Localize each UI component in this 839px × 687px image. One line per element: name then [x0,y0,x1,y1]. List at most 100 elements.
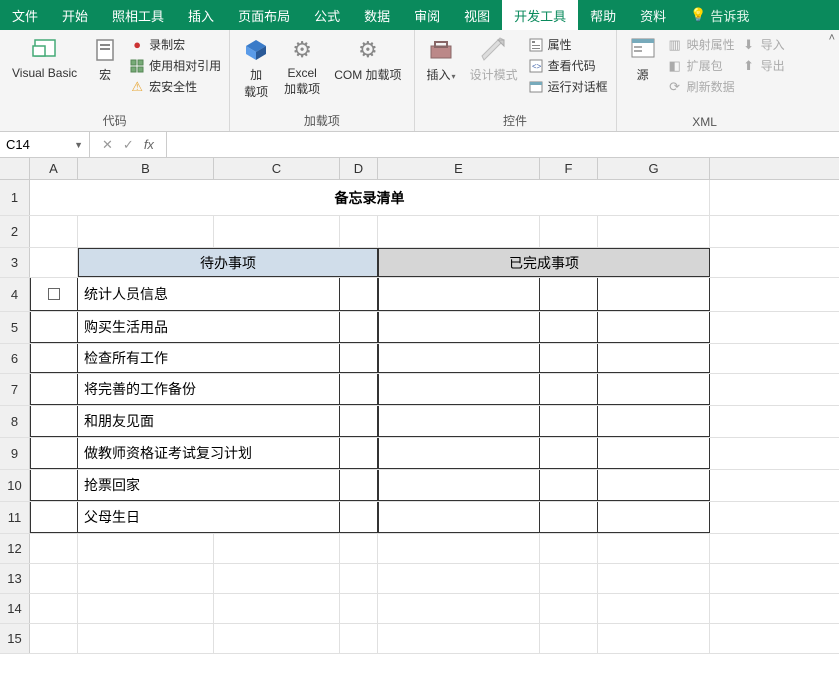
cell[interactable] [598,312,710,343]
cell[interactable] [340,564,378,593]
cell[interactable] [378,470,540,501]
col-header[interactable]: E [378,158,540,179]
cell[interactable] [540,438,598,469]
macro-button[interactable]: 宏 [87,34,123,85]
import-button[interactable]: ⬇ 导入 [741,36,785,53]
todo-item-cell[interactable]: 将完善的工作备份 [78,374,340,405]
row-header[interactable]: 11 [0,502,30,533]
cell[interactable] [540,216,598,247]
cell[interactable] [78,534,214,563]
tab-home[interactable]: 开始 [50,0,100,30]
expansion-button[interactable]: ◧ 扩展包 [667,57,735,74]
insert-control-button[interactable]: 插入▾ [423,34,460,85]
todo-item-cell[interactable]: 抢票回家 [78,470,340,501]
cell[interactable] [598,624,710,653]
cell[interactable] [340,344,378,373]
todo-item-cell[interactable]: 统计人员信息 [78,278,340,311]
tab-developer[interactable]: 开发工具 [502,0,578,30]
name-box[interactable]: C14 ▼ [0,132,90,157]
cell[interactable] [378,374,540,405]
visual-basic-button[interactable]: Visual Basic [8,34,81,82]
cell[interactable] [214,594,340,623]
view-code-button[interactable]: <> 查看代码 [528,57,608,74]
row-header[interactable]: 15 [0,624,30,653]
tab-camera[interactable]: 照相工具 [100,0,176,30]
cell[interactable] [214,624,340,653]
cell[interactable] [540,312,598,343]
col-header[interactable]: G [598,158,710,179]
row-header[interactable]: 2 [0,216,30,247]
tab-formulas[interactable]: 公式 [302,0,352,30]
cell[interactable] [378,216,540,247]
cell[interactable] [598,374,710,405]
properties-button[interactable]: 属性 [528,36,608,53]
row-header[interactable]: 8 [0,406,30,437]
cell[interactable] [378,624,540,653]
cell[interactable] [378,406,540,437]
cell[interactable] [30,438,78,469]
cell[interactable] [30,374,78,405]
tell-me[interactable]: 💡 告诉我 [678,0,761,30]
row-header[interactable]: 13 [0,564,30,593]
tab-layout[interactable]: 页面布局 [226,0,302,30]
cell[interactable] [598,534,710,563]
cell[interactable] [340,216,378,247]
cell[interactable] [30,470,78,501]
cell[interactable] [30,216,78,247]
macro-security-button[interactable]: ⚠ 宏安全性 [129,78,221,95]
cell[interactable] [340,534,378,563]
cell[interactable] [78,594,214,623]
cell[interactable] [540,374,598,405]
cell[interactable] [598,406,710,437]
cell[interactable] [340,374,378,405]
cell[interactable] [598,438,710,469]
com-addins-button[interactable]: ⚙ COM 加载项 [330,34,405,85]
row-header[interactable]: 14 [0,594,30,623]
cell[interactable] [30,502,78,533]
cell[interactable] [540,564,598,593]
cell[interactable] [340,594,378,623]
map-properties-button[interactable]: ▥ 映射属性 [667,36,735,53]
row-header[interactable]: 5 [0,312,30,343]
cell[interactable] [598,216,710,247]
cell[interactable] [78,624,214,653]
run-dialog-button[interactable]: 运行对话框 [528,78,608,95]
cell[interactable] [598,594,710,623]
relative-ref-button[interactable]: 使用相对引用 [129,57,221,74]
cell[interactable] [30,594,78,623]
cell[interactable] [340,502,378,533]
cell[interactable] [30,344,78,373]
cell[interactable] [378,438,540,469]
col-header[interactable]: F [540,158,598,179]
cell[interactable] [598,344,710,373]
cell[interactable] [340,438,378,469]
select-all-corner[interactable] [0,158,30,179]
row-header[interactable]: 6 [0,344,30,373]
row-header[interactable]: 12 [0,534,30,563]
cell[interactable] [340,406,378,437]
tab-info[interactable]: 资料 [628,0,678,30]
cell[interactable] [30,248,78,277]
cell[interactable] [340,278,378,311]
row-header[interactable]: 10 [0,470,30,501]
cell[interactable] [378,312,540,343]
cell[interactable] [598,502,710,533]
cell[interactable] [30,312,78,343]
xml-source-button[interactable]: 源 [625,34,661,85]
collapse-ribbon-button[interactable]: ˄ [829,32,835,44]
cell[interactable] [214,216,340,247]
row-header[interactable]: 3 [0,248,30,277]
todo-item-cell[interactable]: 做教师资格证考试复习计划 [78,438,340,469]
todo-item-cell[interactable]: 检查所有工作 [78,344,340,373]
col-header[interactable]: D [340,158,378,179]
export-button[interactable]: ⬆ 导出 [741,57,785,74]
col-header[interactable]: C [214,158,340,179]
cell[interactable] [340,312,378,343]
cell[interactable] [378,564,540,593]
tab-insert[interactable]: 插入 [176,0,226,30]
col-header[interactable]: A [30,158,78,179]
todo-item-cell[interactable]: 购买生活用品 [78,312,340,343]
chevron-down-icon[interactable]: ▼ [74,140,83,150]
cell[interactable] [30,534,78,563]
cell[interactable] [598,278,710,311]
